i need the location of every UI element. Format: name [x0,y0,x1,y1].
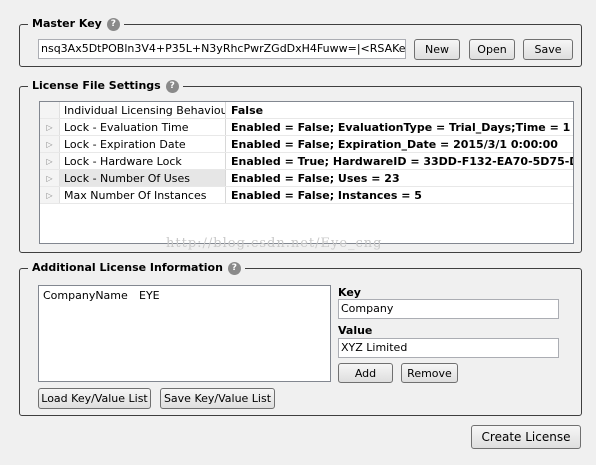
license-settings-group: License File Settings ? Individual Licen… [19,78,582,253]
remove-button[interactable]: Remove [401,363,458,383]
property-row[interactable]: ▷ Max Number Of Instances Enabled = False;… [40,187,573,204]
property-value[interactable]: False [226,104,573,117]
property-name: Lock - Number Of Uses [60,170,226,186]
property-value[interactable]: Enabled = False; Expiration_Date = 2015/… [226,138,573,151]
add-button[interactable]: Add [338,363,393,383]
new-button[interactable]: New [414,39,460,60]
property-row[interactable]: ▷ Lock - Evaluation Time Enabled = False; … [40,119,573,136]
master-key-group: Master Key ? nsq3Ax5DtPOBln3V4+P35L+N3yR… [19,16,582,67]
property-row[interactable]: ▷ Lock - Number Of Uses Enabled = False; U… [40,170,573,187]
help-icon[interactable]: ? [227,261,241,275]
help-icon[interactable]: ? [165,79,179,93]
list-item-value[interactable]: EYE [139,289,160,302]
master-key-title: Master Key [32,17,102,30]
property-name: Lock - Hardware Lock [60,153,226,169]
master-key-field[interactable]: nsq3Ax5DtPOBln3V4+P35L+N3yRhcPwrZGdDxH4F… [38,39,406,59]
row-header [40,102,60,118]
property-name: Lock - Expiration Date [60,136,226,152]
property-name: Max Number Of Instances [60,187,226,203]
license-settings-legend: License File Settings ? [28,78,183,94]
property-value[interactable]: Enabled = True; HardwareID = 33DD-F132-E… [226,155,573,168]
key-input[interactable]: Company [338,299,559,319]
property-row[interactable]: ▷ Lock - Hardware Lock Enabled = True; Har… [40,153,573,170]
property-name: Individual Licensing Behaviour [60,102,226,118]
additional-info-group: Additional License Information ? Company… [19,260,582,416]
watermark-text: http://blog.csdn.net/Eye_cng [166,236,383,251]
value-input[interactable]: XYZ Limited [338,338,559,358]
expand-arrow-icon[interactable]: ▷ [40,187,60,203]
license-settings-title: License File Settings [32,79,161,92]
help-icon[interactable]: ? [106,17,120,31]
property-value[interactable]: Enabled = False; Uses = 23 [226,172,573,185]
property-name: Lock - Evaluation Time [60,119,226,135]
additional-info-legend: Additional License Information ? [28,260,245,276]
property-value[interactable]: Enabled = False; EvaluationType = Trial_… [226,121,573,134]
master-key-legend: Master Key ? [28,16,124,32]
list-item-key[interactable]: CompanyName [43,289,128,302]
key-value-list[interactable]: CompanyName EYE [38,285,331,382]
value-label: Value [338,324,373,337]
expand-arrow-icon[interactable]: ▷ [40,153,60,169]
additional-info-title: Additional License Information [32,261,223,274]
save-key-value-list-button[interactable]: Save Key/Value List [160,388,275,409]
expand-arrow-icon[interactable]: ▷ [40,119,60,135]
open-button[interactable]: Open [469,39,515,60]
expand-arrow-icon[interactable]: ▷ [40,170,60,186]
save-button[interactable]: Save [523,39,573,60]
property-row[interactable]: ▷ Lock - Expiration Date Enabled = False; … [40,136,573,153]
property-row[interactable]: Individual Licensing Behaviour False [40,102,573,119]
create-license-button[interactable]: Create License [471,425,581,449]
property-grid[interactable]: Individual Licensing Behaviour False ▷ Lock… [39,101,574,244]
key-label: Key [338,286,361,299]
expand-arrow-icon[interactable]: ▷ [40,136,60,152]
load-key-value-list-button[interactable]: Load Key/Value List [38,388,151,409]
property-value[interactable]: Enabled = False; Instances = 5 [226,189,573,202]
